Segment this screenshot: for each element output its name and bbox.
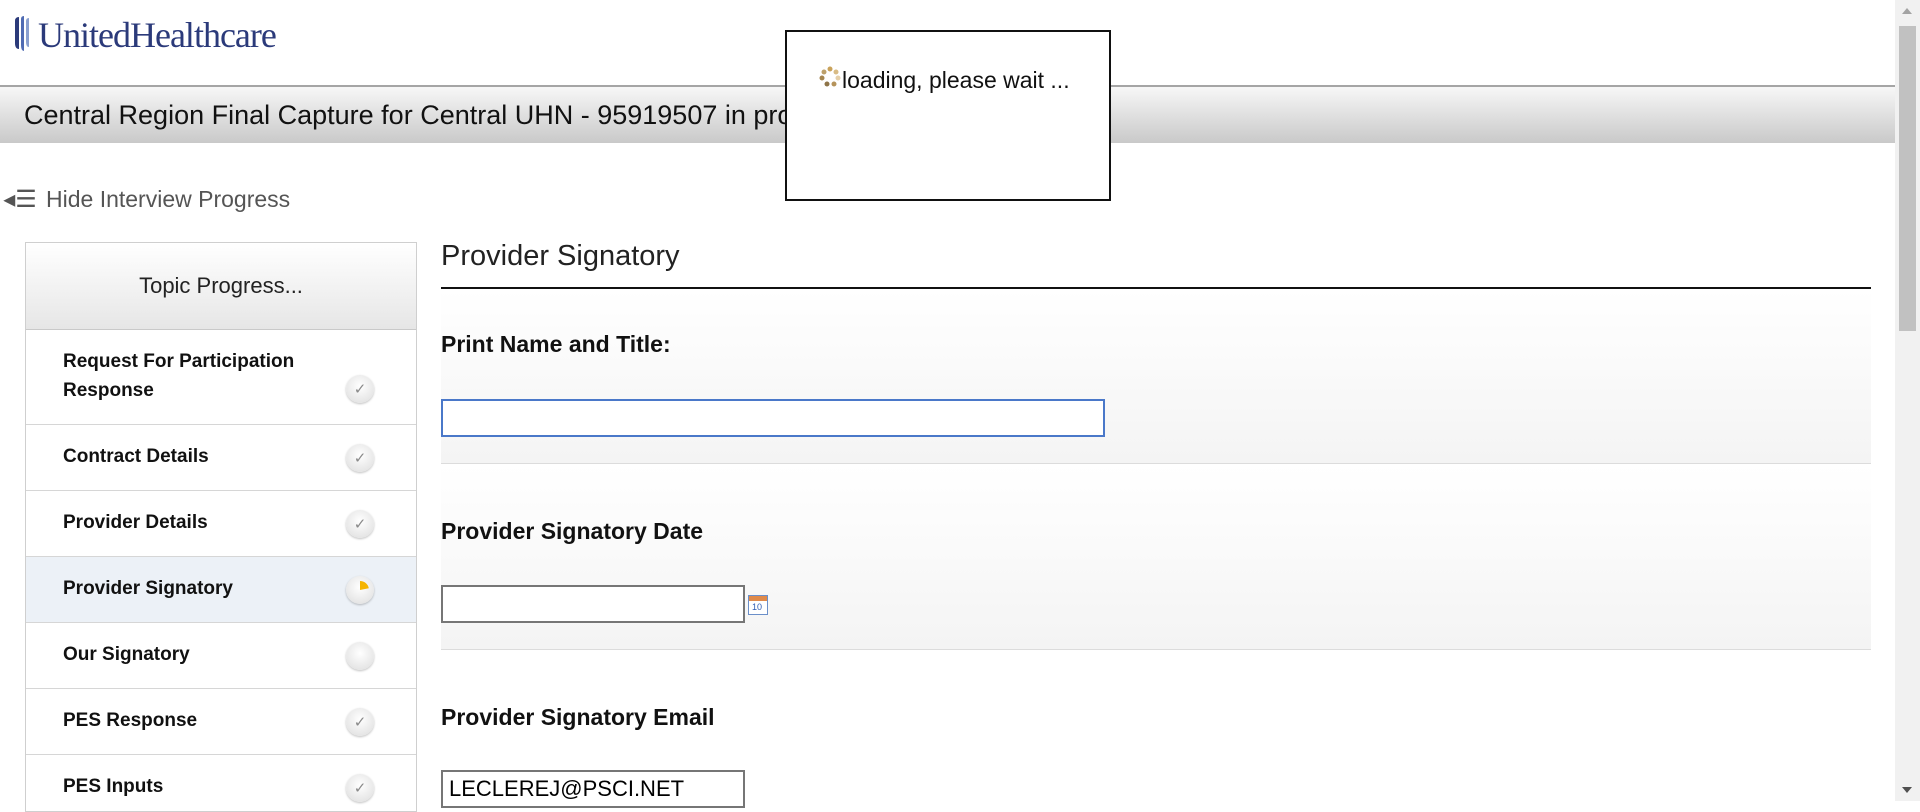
provider-signatory-email-input[interactable] <box>441 770 745 808</box>
question-provider-signatory-email: Provider Signatory Email <box>441 650 1871 810</box>
sidebar-item-our-signatory[interactable]: Our Signatory <box>26 623 416 689</box>
loading-spinner-icon <box>819 66 841 87</box>
scroll-up-arrow-icon[interactable] <box>1902 8 1912 14</box>
in-progress-pie-icon <box>346 576 374 604</box>
sidebar-item-provider-signatory[interactable]: Provider Signatory <box>26 557 416 623</box>
sidebar-item-label: PES Inputs <box>63 776 164 797</box>
check-icon: ✓ <box>346 444 374 472</box>
collapse-list-icon: ◂☰ <box>3 185 37 213</box>
brand-name: UnitedHealthcare <box>38 15 277 55</box>
print-name-title-label: Print Name and Title: <box>441 331 671 357</box>
scroll-down-arrow-icon[interactable] <box>1902 787 1912 793</box>
sidebar-item-label: Provider Details <box>63 512 208 533</box>
sidebar-item-request-for-participation-response[interactable]: Request For Participation Response ✓ <box>26 330 416 425</box>
check-icon: ✓ <box>346 510 374 538</box>
loading-message: loading, please wait ... <box>842 67 1070 93</box>
page-scrollbar[interactable] <box>1895 0 1920 801</box>
provider-signatory-date-label: Provider Signatory Date <box>441 518 704 544</box>
brand-logo: UnitedHealthcare <box>12 14 277 56</box>
sidebar-item-pes-response[interactable]: PES Response ✓ <box>26 689 416 755</box>
page-title: Provider Signatory <box>441 240 1871 289</box>
sidebar-item-contract-details[interactable]: Contract Details ✓ <box>26 425 416 491</box>
not-started-circle-icon <box>346 642 374 670</box>
question-print-name-title: Print Name and Title: <box>441 289 1871 464</box>
provider-signatory-email-label: Provider Signatory Email <box>441 704 715 730</box>
topic-progress-panel: Topic Progress... Request For Participat… <box>25 242 417 812</box>
page-header-title: Central Region Final Capture for Central… <box>24 100 793 130</box>
sidebar-item-label: Provider Signatory <box>63 578 233 599</box>
uhc-logo-icon <box>15 16 29 51</box>
check-icon: ✓ <box>346 774 374 802</box>
sidebar-item-label: Contract Details <box>63 446 209 467</box>
print-name-title-input[interactable] <box>441 399 1105 437</box>
topic-progress-heading: Topic Progress... <box>26 243 416 330</box>
sidebar-item-pes-inputs[interactable]: PES Inputs ✓ <box>26 755 416 811</box>
sidebar-item-label: Our Signatory <box>63 644 190 665</box>
provider-signatory-date-input[interactable] <box>441 585 745 623</box>
question-provider-signatory-date: Provider Signatory Date <box>441 464 1871 650</box>
sidebar-item-label: PES Response <box>63 710 198 731</box>
check-icon: ✓ <box>346 708 374 736</box>
scrollbar-thumb[interactable] <box>1899 26 1916 331</box>
loading-dialog: loading, please wait ... <box>785 30 1111 201</box>
sidebar-item-provider-details[interactable]: Provider Details ✓ <box>26 491 416 557</box>
check-icon: ✓ <box>346 375 374 403</box>
hide-interview-progress-toggle[interactable]: ◂☰ Hide Interview Progress <box>0 184 290 214</box>
hide-interview-progress-label: Hide Interview Progress <box>46 185 291 212</box>
calendar-icon[interactable] <box>748 595 768 615</box>
sidebar-item-label: Request For Participation Response <box>63 351 295 401</box>
main-content: Provider Signatory Print Name and Title:… <box>441 240 1871 810</box>
